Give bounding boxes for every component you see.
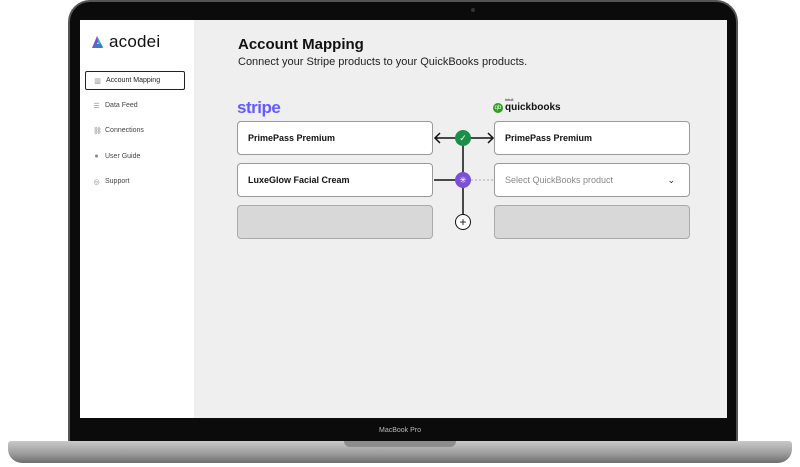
- stripe-product-primepass[interactable]: PrimePass Premium: [237, 121, 433, 155]
- camera: [471, 8, 475, 12]
- chevron-down-icon: ⌄: [667, 174, 675, 185]
- device-label: MacBook Pro: [378, 427, 422, 434]
- qb-product-primepass[interactable]: PrimePass Premium: [494, 121, 690, 155]
- app-screen: acodei ▥ Account Mapping ☰ Data Feed ⛓ Conn…: [80, 20, 727, 418]
- qb-product-empty-slot[interactable]: [494, 205, 690, 239]
- qb-product-select[interactable]: Select QuickBooks product ⌄: [494, 163, 690, 197]
- loading-spinner-icon: ✳: [455, 172, 471, 188]
- stripe-product-empty-slot[interactable]: [237, 205, 433, 239]
- select-placeholder: Select QuickBooks product: [505, 175, 614, 185]
- add-mapping-button[interactable]: +: [455, 214, 471, 230]
- laptop-notch: [344, 441, 456, 447]
- check-icon: ✓: [455, 130, 471, 146]
- stripe-product-luxeglow[interactable]: LuxeGlow Facial Cream: [237, 163, 433, 197]
